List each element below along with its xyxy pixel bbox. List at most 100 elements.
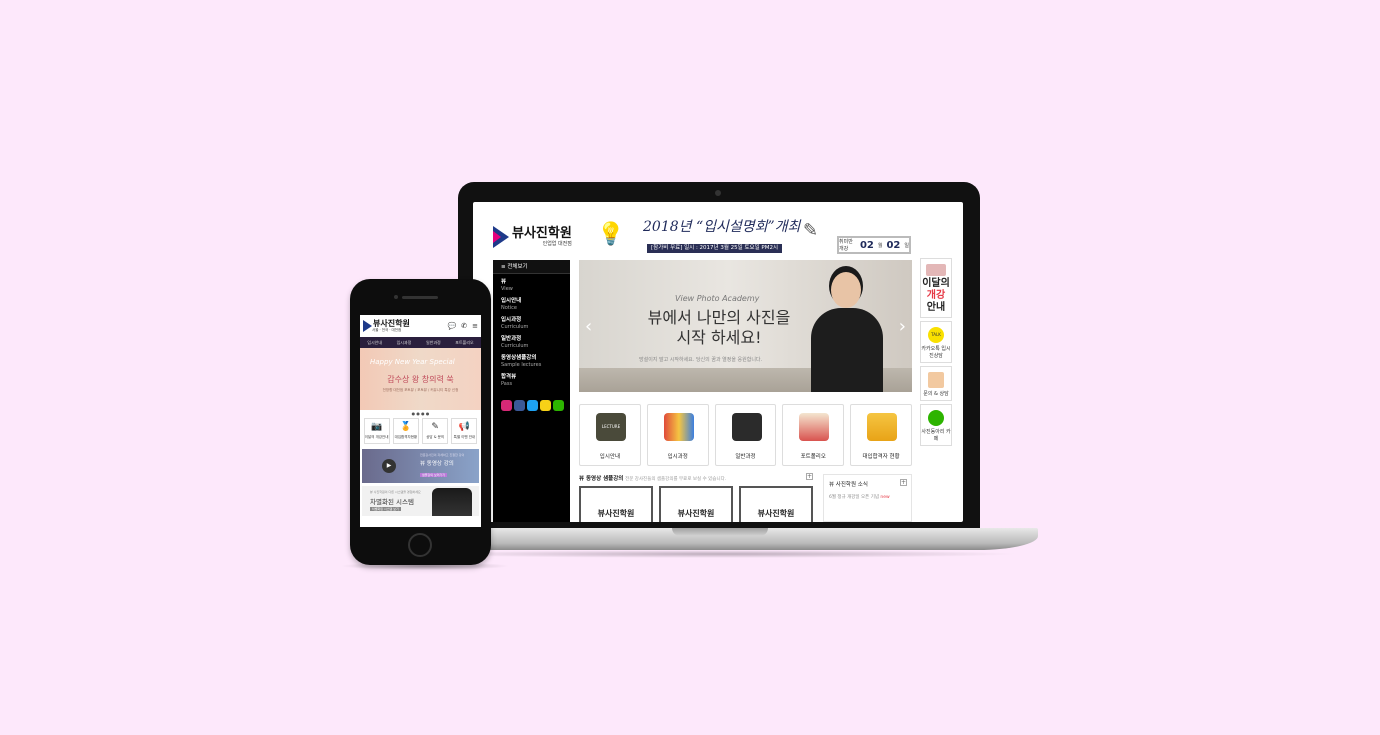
hero-prev-arrow-icon[interactable]: ‹ (585, 316, 592, 337)
hamburger-menu-icon[interactable]: ≡ (472, 322, 478, 330)
kakao-label: 카카오톡 입시진상담 (921, 346, 951, 359)
phone-call-icon[interactable]: ✆ (461, 322, 467, 330)
medal-icon: 🏅 (400, 422, 412, 432)
mobile-system-image (432, 488, 472, 516)
category-general-course[interactable]: 일반과정 (714, 404, 777, 466)
hero-title-line-1: 뷰에서 나만의 사진을 (647, 308, 791, 327)
sidebar-view-all[interactable]: ≡ 전체보기 (493, 260, 570, 274)
monthly-course-button[interactable]: 이달의 개강 안내 (920, 258, 952, 318)
mobile-quick-pass[interactable]: 🏅 대입합격자현황 (392, 418, 419, 444)
logo-name: 뷰사진학원 (512, 225, 572, 241)
twitter-icon[interactable] (527, 400, 538, 411)
video-thumbnail[interactable]: 뷰사진학원 (739, 486, 813, 522)
countdown-box: 취미반 개강 02 월 02 일 (837, 236, 911, 254)
chat-icon[interactable]: 💬 (448, 322, 457, 330)
sidebar-item-notice[interactable]: 입시안내 Notice (493, 293, 570, 312)
menu-icon: ≡ (501, 264, 506, 270)
quick-rail: 이달의 개강 안내 TALK 카카오톡 입시진상담 문의 & 상담 사진동아리 … (920, 258, 952, 449)
kakaostory-icon[interactable] (540, 400, 551, 411)
site-logo[interactable]: 뷰사진학원 인업업 대전점 (493, 226, 572, 248)
mobile-system-button[interactable]: 차별화된 시스템 보기 (370, 507, 401, 511)
mobile-video-small: 전문강사진의 자세하고 친절한 강의 (420, 453, 465, 457)
cafe-button[interactable]: 사진동아리 카페 (920, 404, 952, 446)
sidebar-item-pass[interactable]: 합격뷰 Pass (493, 369, 570, 388)
video-section-header: 뷰 동영상 샘플강의 전문 강사진들의 샘플강의를 무료로 보실 수 있습니다. (579, 474, 819, 482)
lightbulb-icon: 💡 (597, 222, 625, 247)
category-grid: LECTURE 입시안내 입시과정 일반과정 포트폴리오 대입합격자 현황 (579, 404, 912, 466)
mobile-quick-consult[interactable]: ✎ 상담 & 문의 (422, 418, 449, 444)
category-admission-course[interactable]: 입시과정 (646, 404, 709, 466)
inquiry-icon (928, 372, 944, 388)
sidebar-item-label: 일반과정 (501, 336, 522, 342)
home-button[interactable] (408, 533, 432, 557)
sidebar-item-admission-course[interactable]: 입시과정 Curriculum (493, 312, 570, 331)
category-portfolio[interactable]: 포트폴리오 (782, 404, 845, 466)
portfolio-icon (799, 413, 830, 441)
sidebar-item-sub: Curriculum (501, 343, 529, 349)
mobile-quick-monthly[interactable]: 📷 이달의 개강안내 (363, 418, 390, 444)
laptop-notch (672, 528, 768, 536)
video-thumbnail[interactable]: 뷰사진학원 (579, 486, 653, 522)
category-pass-status[interactable]: 대입합격자 현황 (850, 404, 912, 466)
monthly-line-1: 이달의 (922, 278, 950, 289)
facebook-icon[interactable] (514, 400, 525, 411)
event-banner[interactable]: 💡 2018년 “입시설명회”개최 [참가비 무료] 일시 : 2017년 3월… (595, 212, 825, 256)
mobile-hero-banner[interactable]: Happy New Year Special 갑수상 왕 창의력 쑥 전방향 대… (360, 348, 481, 410)
mobile-logo[interactable]: 뷰사진학원 서울 · 전국 · 대전점 (363, 319, 410, 333)
mobile-quick-event[interactable]: 📢 특별 이벤 안내 (451, 418, 478, 444)
mobile-system-banner[interactable]: 뷰 사진학원의 다른 시스템을 경험하세요 차별화된 시스템 차별화된 시스템 … (362, 486, 479, 516)
news-title: 뷰 사진학원 소식 (829, 482, 868, 488)
photo-icon (926, 264, 946, 276)
video-thumbnails: 뷰사진학원 뷰사진학원 뷰사진학원 (579, 486, 813, 522)
sidebar-item-sub: Notice (501, 305, 517, 311)
sidebar-item-sample-lectures[interactable]: 동영상샘플강의 Sample lectures (493, 350, 570, 369)
mobile-nav-item[interactable]: 입시과정 (397, 340, 412, 346)
video-thumbnail[interactable]: 뷰사진학원 (659, 486, 733, 522)
sidebar-item-view[interactable]: 뷰 View (493, 274, 570, 293)
mobile-nav-item[interactable]: 일반과정 (426, 340, 441, 346)
inquiry-label: 문의 & 상담 (923, 391, 949, 397)
category-label: 일반과정 (735, 454, 756, 460)
sidebar-item-label: 합격뷰 (501, 374, 517, 380)
news-more-plus-icon[interactable]: + (900, 479, 907, 486)
logo-triangle-icon (493, 226, 509, 248)
hero-title-line-2: 시작 하세요! (676, 328, 762, 347)
carousel-dots[interactable]: ● ● ● ● (360, 410, 481, 417)
pencil-icon: ✎ (803, 220, 819, 241)
mobile-hero-line-3: 전방향 대전점 포토뷰 / 포토뷰 / 커뮤니티 특강 신청 (382, 388, 459, 392)
category-label: 대입합격자 현황 (862, 454, 900, 460)
mobile-system-title: 차별화된 시스템 (370, 498, 414, 506)
logo-triangle-icon (363, 320, 372, 332)
blog-icon[interactable] (553, 400, 564, 411)
event-banner-subtitle: [참가비 무료] 일시 : 2017년 3월 25일 토요일 PM2시 (647, 244, 783, 253)
countdown-label: 취미반 개강 (839, 239, 853, 252)
monthly-line-2: 개강 (926, 290, 946, 301)
mobile-quick-label: 이달의 개강안내 (364, 435, 389, 439)
play-icon: ▶ (382, 459, 396, 473)
video-section-desc: 전문 강사진들의 샘플강의를 무료로 보실 수 있습니다. (625, 477, 727, 482)
cafe-icon (928, 410, 944, 426)
sidebar-header-label: 전체보기 (507, 264, 528, 270)
hero-next-arrow-icon[interactable]: › (899, 316, 906, 337)
mobile-nav-item[interactable]: 포트폴리오 (455, 340, 473, 346)
mobile-quick-label: 특별 이벤 안내 (453, 435, 476, 439)
countdown-unit-2: 일 (904, 242, 909, 249)
camera-icon: 📷 (371, 422, 383, 432)
mobile-video-banner[interactable]: ▶ 전문강사진의 자세하고 친절한 강의 뷰 동영상 강의 샘플강의 보러가기 (362, 449, 479, 483)
hero-banner[interactable]: ‹ › View Photo Academy 뷰에서 나만의 사진을 시작 하세… (579, 260, 912, 392)
social-links (493, 388, 570, 411)
more-plus-icon[interactable]: + (806, 473, 813, 480)
mobile-header: 뷰사진학원 서울 · 전국 · 대전점 💬 ✆ ≡ (360, 315, 481, 337)
mobile-system-small: 뷰 사진학원의 다른 시스템을 경험하세요 (370, 490, 421, 494)
instagram-icon[interactable] (501, 400, 512, 411)
news-box: 뷰 사진학원 소식 + 6월 정규 개강일 오픈 기념 new (823, 474, 912, 522)
mobile-nav-item[interactable]: 입시안내 (367, 340, 382, 346)
category-admission-guide[interactable]: LECTURE 입시안내 (579, 404, 641, 466)
inquiry-button[interactable]: 문의 & 상담 (920, 366, 952, 401)
news-item[interactable]: 6월 정규 개강일 오픈 기념 new (824, 488, 911, 500)
sidebar-item-general-course[interactable]: 일반과정 Curriculum (493, 331, 570, 350)
category-label: 입시과정 (667, 454, 688, 460)
mobile-video-button[interactable]: 샘플강의 보러가기 (420, 473, 448, 477)
kakao-consult-button[interactable]: TALK 카카오톡 입시진상담 (920, 321, 952, 363)
countdown-value-1: 02 (859, 239, 874, 251)
